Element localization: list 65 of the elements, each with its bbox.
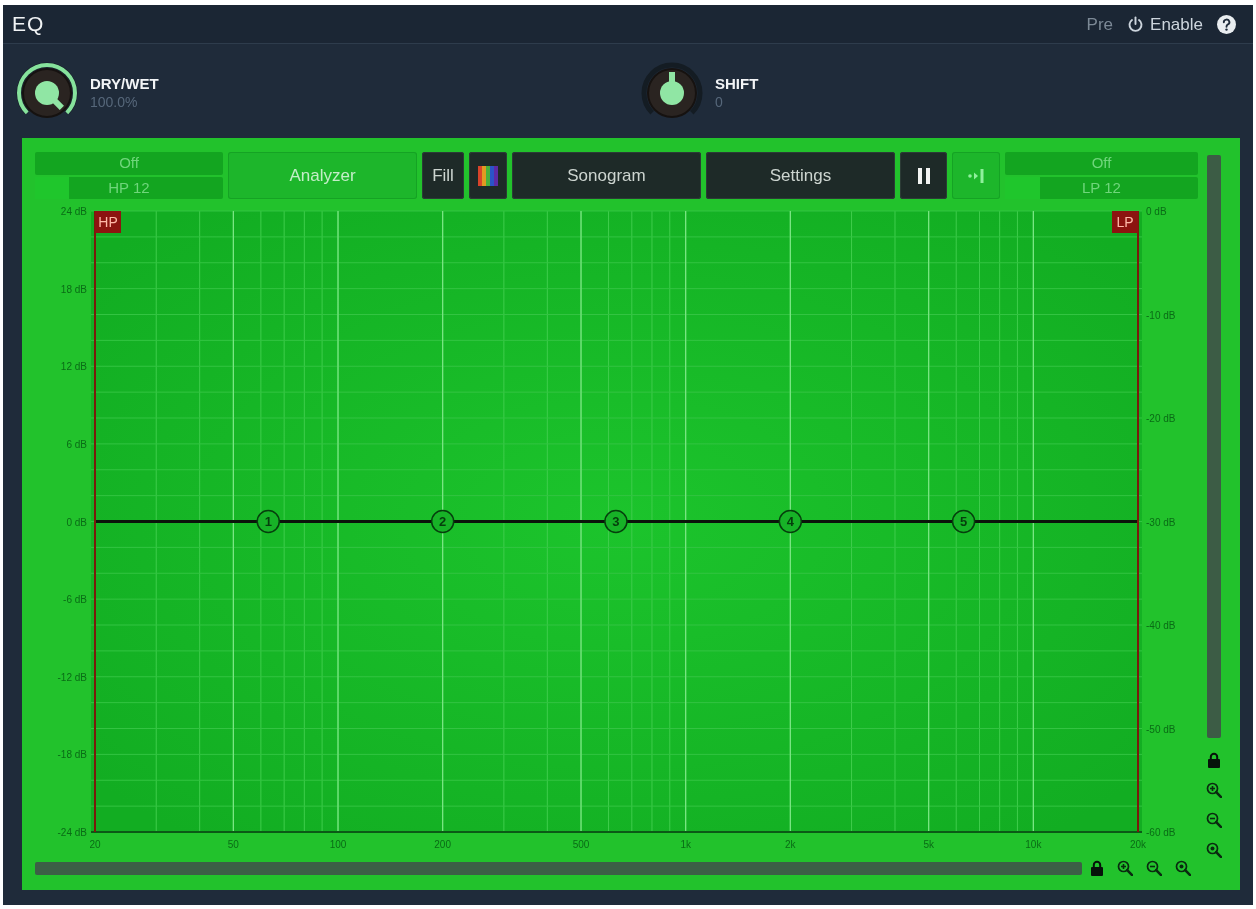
series-label: 4: [786, 514, 795, 529]
y-axis-label: 12 dB: [60, 361, 87, 373]
x-axis-label: 20: [89, 839, 101, 850]
magnifier-icon[interactable]: [1175, 860, 1191, 876]
x-axis-label: 5k: [923, 839, 934, 850]
x-axis-label: 200: [434, 839, 451, 850]
x-axis-label: 1k: [680, 839, 691, 850]
pause-button[interactable]: [900, 152, 947, 199]
stripes-icon: [478, 165, 498, 186]
vertical-scrollbar[interactable]: [1207, 155, 1221, 738]
knob-label: DRY/WET: [90, 74, 159, 93]
knob-value: 0: [715, 92, 724, 112]
band-node[interactable]: 4: [778, 509, 803, 534]
band-node[interactable]: 2: [430, 509, 455, 534]
y2-axis-label: 0 dB: [1146, 206, 1167, 217]
x-axis-label: 100: [329, 839, 347, 850]
toolbar-button[interactable]: Settings: [706, 152, 895, 199]
zoom-in-icon[interactable]: [1206, 782, 1222, 798]
power-icon: [1127, 15, 1145, 33]
series-label: 5: [959, 514, 968, 529]
y-axis-label: 18 dB: [60, 283, 87, 295]
toolbar-button[interactable]: Sonogram: [512, 152, 701, 199]
y-axis-label: -24 dB: [57, 827, 87, 838]
lock-icon[interactable]: [1207, 752, 1221, 768]
band-node[interactable]: 3: [604, 509, 628, 534]
series-label: 3: [612, 514, 620, 529]
plugin-title: EQ: [12, 11, 45, 38]
zoom-out-icon[interactable]: [1146, 860, 1162, 876]
series-label: 2: [439, 514, 447, 529]
y-axis-label: 0 dB: [66, 516, 87, 528]
zoom-in-icon[interactable]: [1117, 860, 1133, 876]
filter-tag[interactable]: HP: [95, 211, 121, 233]
y2-axis-label: -10 dB: [1146, 309, 1176, 321]
y-axis-label: 24 dB: [60, 206, 87, 217]
arrow-to-bar-icon: [968, 167, 984, 184]
magnifier-icon[interactable]: [1206, 842, 1222, 858]
pause-icon: [917, 167, 930, 184]
x-axis-label: 500: [572, 839, 590, 850]
x-axis-label: 20k: [1129, 839, 1147, 850]
y2-axis-label: -50 dB: [1146, 723, 1176, 735]
x-axis-label: 10k: [1025, 839, 1042, 850]
lock-icon[interactable]: [1090, 860, 1104, 876]
y2-axis-label: -20 dB: [1146, 413, 1176, 424]
enable-button[interactable]: Enable: [1127, 15, 1203, 33]
y-axis-label: -18 dB: [57, 749, 87, 761]
y2-axis-label: -30 dB: [1146, 516, 1176, 528]
pre-button[interactable]: Pre: [1086, 15, 1114, 33]
palette-button[interactable]: [469, 152, 507, 199]
toolbar-button[interactable]: Fill: [422, 152, 464, 199]
band-node[interactable]: 5: [951, 509, 976, 534]
y-axis-label: 6 dB: [66, 438, 87, 450]
filter-tag[interactable]: LP: [1112, 211, 1138, 233]
zoom-out-icon[interactable]: [1206, 812, 1222, 828]
band-node[interactable]: 1: [256, 509, 280, 534]
x-axis-label: 2k: [785, 839, 796, 850]
series-label: 1: [264, 514, 272, 529]
y2-axis-label: -40 dB: [1146, 620, 1176, 631]
knob-value: 100.0%: [90, 92, 139, 112]
x-axis-label: 50: [227, 839, 239, 850]
horizontal-scrollbar[interactable]: [35, 861, 1082, 875]
knob-label: SHIFT: [715, 74, 759, 93]
help-icon[interactable]: [1217, 14, 1236, 34]
y-axis-label: -6 dB: [63, 594, 87, 606]
y2-axis-label: -60 dB: [1146, 827, 1176, 838]
y-axis-label: -12 dB: [57, 671, 87, 683]
